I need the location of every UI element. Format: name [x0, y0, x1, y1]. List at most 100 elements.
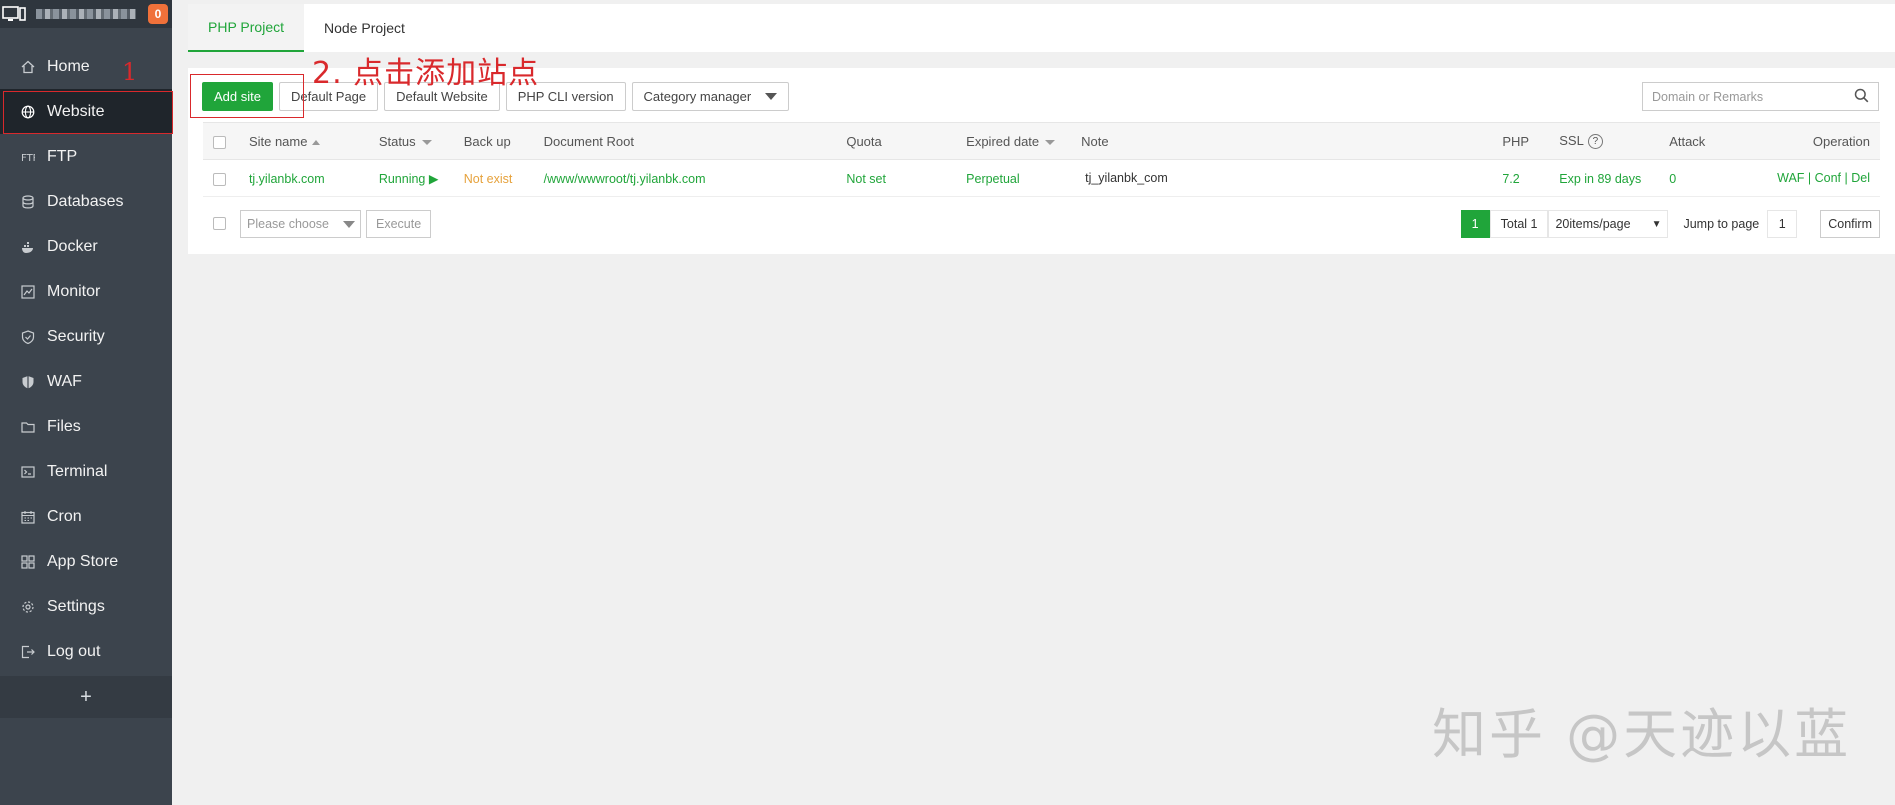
- sidebar-item-label: Settings: [47, 597, 105, 615]
- sidebar-item-website[interactable]: Website: [0, 89, 173, 134]
- sidebar-item-cron[interactable]: Cron: [0, 494, 172, 539]
- sidebar-item-home[interactable]: Home: [0, 44, 172, 89]
- sidebar-item-label: WAF: [47, 372, 82, 390]
- note-text[interactable]: tj_yilanbk_com: [1085, 171, 1168, 185]
- sidebar-item-label: App Store: [47, 552, 119, 570]
- sidebar-item-label: Monitor: [47, 282, 101, 300]
- site-name-link[interactable]: tj.yilanbk.com: [249, 172, 325, 186]
- calendar-icon: [20, 509, 36, 525]
- category-manager-select[interactable]: Category manager: [631, 82, 790, 111]
- sidebar-item-label: FTP: [47, 147, 78, 165]
- sidebar-item-files[interactable]: Files: [0, 404, 172, 449]
- sidebar-item-settings[interactable]: Settings: [0, 584, 172, 629]
- col-backup: Back up: [463, 122, 544, 160]
- folder-icon: [20, 419, 36, 435]
- globe-icon: [20, 104, 36, 120]
- pagination: 1 Total 1 20items/page ▼ Jump to page 1 C…: [1460, 209, 1880, 239]
- col-site-name[interactable]: Site name: [248, 122, 379, 160]
- execute-button[interactable]: Execute: [366, 210, 432, 238]
- col-attack: Attack: [1669, 122, 1778, 160]
- docker-icon: [20, 239, 36, 255]
- ssl-status-link[interactable]: Exp in 89 days: [1559, 172, 1641, 186]
- chevron-down-icon: ▼: [1651, 218, 1662, 230]
- bulk-action-select[interactable]: Please choose: [240, 210, 361, 238]
- annotation-box-add-site: [190, 74, 304, 118]
- sidebar-header: 0: [0, 0, 172, 28]
- annotation-step-1: 1: [122, 58, 138, 86]
- col-expired-date[interactable]: Expired date: [966, 122, 1082, 160]
- annotation-step-2: 2. 点击添加站点: [312, 56, 540, 91]
- status-toggle[interactable]: Running ▶: [379, 172, 439, 186]
- total-count: Total 1: [1489, 210, 1549, 238]
- monitor-chart-icon: [20, 284, 36, 300]
- svg-text:FTP: FTP: [21, 153, 35, 164]
- expired-date-link[interactable]: Perpetual: [966, 172, 1020, 186]
- sidebar: 0 Home Website FTP FTP Databases Docker M…: [0, 0, 173, 805]
- help-icon[interactable]: ?: [1587, 134, 1603, 150]
- confirm-button[interactable]: Confirm: [1820, 210, 1880, 238]
- sidebar-item-logout[interactable]: Log out: [0, 629, 172, 674]
- database-icon: [20, 194, 36, 210]
- sort-asc-icon: [312, 139, 321, 145]
- search-input[interactable]: Domain or Remarks: [1642, 82, 1879, 111]
- col-ssl: SSL?: [1559, 122, 1670, 160]
- sidebar-item-label: Files: [47, 417, 81, 435]
- tab-php-project[interactable]: PHP Project: [188, 4, 304, 52]
- grid-icon: [20, 554, 36, 570]
- conf-link[interactable]: Conf: [1815, 171, 1841, 185]
- server-monitor-icon: [2, 5, 28, 23]
- php-version-link[interactable]: 7.2: [1502, 172, 1519, 186]
- sidebar-item-label: Log out: [47, 642, 101, 660]
- document-root-link[interactable]: /www/wwwroot/tj.yilanbk.com: [544, 172, 706, 186]
- sidebar-item-terminal[interactable]: Terminal: [0, 449, 172, 494]
- sort-desc-icon: [421, 139, 432, 145]
- sidebar-item-label: Home: [47, 57, 90, 75]
- chevron-down-icon: [343, 220, 355, 228]
- sidebar-item-monitor[interactable]: Monitor: [0, 269, 172, 314]
- jump-to-page-label: Jump to page: [1683, 217, 1760, 231]
- select-all-checkbox[interactable]: [213, 135, 226, 149]
- chevron-down-icon: [765, 93, 778, 100]
- sidebar-item-waf[interactable]: WAF: [0, 359, 172, 404]
- page-size-select[interactable]: 20items/page ▼: [1548, 210, 1669, 238]
- page-number-current[interactable]: 1: [1460, 210, 1490, 238]
- sidebar-item-label: Security: [47, 327, 105, 345]
- jump-page-input[interactable]: 1: [1767, 210, 1798, 238]
- col-operation: Operation: [1777, 122, 1880, 160]
- sidebar-item-label: Docker: [47, 237, 98, 255]
- site-table: Site name Status Back up Document Root Q…: [203, 122, 1880, 197]
- waf-link[interactable]: WAF: [1777, 171, 1804, 185]
- table-row: tj.yilanbk.com Running ▶ Not exist /www/…: [203, 159, 1880, 197]
- sidebar-item-docker[interactable]: Docker: [0, 224, 172, 269]
- sidebar-item-label: Terminal: [47, 462, 108, 480]
- attack-count-link[interactable]: 0: [1669, 172, 1676, 186]
- category-manager-label: Category manager: [643, 89, 752, 104]
- project-tabs: PHP Project Node Project: [188, 4, 1895, 52]
- backup-link[interactable]: Not exist: [464, 172, 513, 186]
- sidebar-item-ftp[interactable]: FTP FTP: [0, 134, 172, 179]
- table-header-row: Site name Status Back up Document Root Q…: [203, 122, 1880, 160]
- add-menu-button[interactable]: +: [0, 676, 172, 718]
- sidebar-menu: Home Website FTP FTP Databases Docker Mon…: [0, 44, 173, 674]
- hostname-redacted: [36, 9, 136, 19]
- tab-node-project[interactable]: Node Project: [304, 4, 425, 52]
- notification-badge[interactable]: 0: [148, 4, 168, 24]
- ftp-icon: FTP: [20, 149, 36, 165]
- gear-icon: [20, 599, 36, 615]
- search-icon[interactable]: [1854, 88, 1869, 106]
- sidebar-item-security[interactable]: Security: [0, 314, 172, 359]
- sidebar-item-label: Website: [47, 102, 105, 120]
- terminal-icon: [20, 464, 36, 480]
- logout-icon: [20, 644, 36, 660]
- row-checkbox[interactable]: [213, 172, 226, 186]
- col-document-root: Document Root: [543, 122, 847, 160]
- watermark: 知乎 @天迹以蓝: [1432, 703, 1852, 766]
- search-placeholder: Domain or Remarks: [1652, 89, 1764, 104]
- sidebar-item-app-store[interactable]: App Store: [0, 539, 172, 584]
- sidebar-item-databases[interactable]: Databases: [0, 179, 172, 224]
- table-footer: Please choose Execute 1 Total 1 20items/…: [203, 209, 1880, 239]
- del-link[interactable]: Del: [1851, 171, 1870, 185]
- quota-link[interactable]: Not set: [846, 172, 886, 186]
- bulk-select-checkbox[interactable]: [213, 217, 226, 230]
- col-status[interactable]: Status: [378, 122, 464, 160]
